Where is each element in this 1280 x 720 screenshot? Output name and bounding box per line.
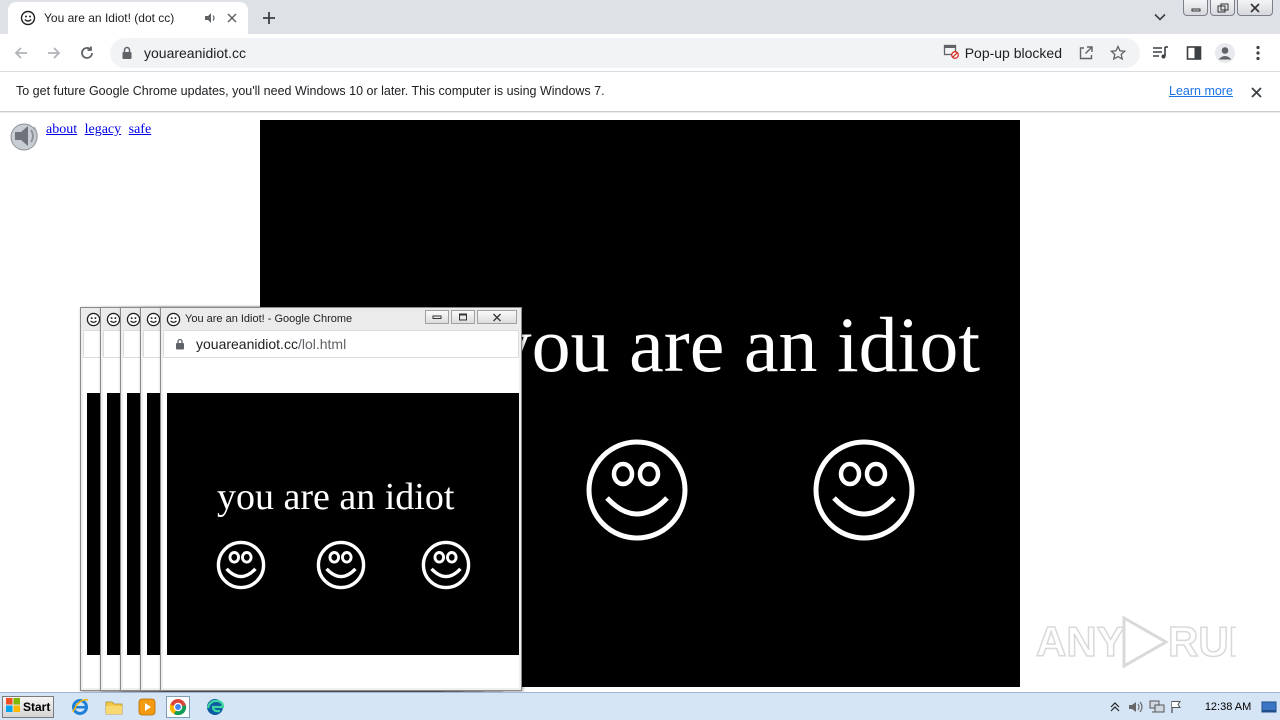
smiley-favicon-icon [125, 311, 141, 327]
window-close-button[interactable] [1237, 0, 1273, 16]
taskbar-clock[interactable]: 12:38 AM [1205, 701, 1251, 713]
browser-toolbar: youareanidiot.cc Pop-up blocked [0, 34, 1280, 72]
tab-strip: You are an Idiot! (dot cc) [0, 0, 1280, 34]
popup-window-front[interactable]: You are an Idiot! - Google Chrome youare… [160, 307, 522, 691]
smiley-favicon-icon [105, 311, 121, 327]
infobar-message: To get future Google Chrome updates, you… [16, 84, 605, 98]
legacy-link[interactable]: legacy [85, 122, 122, 137]
bookmark-star-icon[interactable] [1108, 43, 1128, 63]
learn-more-link[interactable]: Learn more [1169, 84, 1233, 98]
windows-logo-icon [6, 697, 20, 717]
back-button[interactable] [10, 42, 32, 64]
reload-button[interactable] [76, 42, 98, 64]
edge-icon[interactable] [203, 696, 227, 718]
system-tray: 12:38 AM [1106, 696, 1280, 718]
popup-address-bar[interactable]: youareanidiot.cc/lol.html [163, 330, 519, 358]
popup-url[interactable]: youareanidiot.cc/lol.html [196, 336, 346, 352]
infobar-close-icon[interactable] [1248, 84, 1264, 100]
popup-body: you are an idiot [163, 358, 519, 688]
popup-minimize-button[interactable] [425, 310, 449, 324]
url-text[interactable]: youareanidiot.cc [144, 45, 943, 61]
about-link[interactable]: about [46, 122, 77, 137]
start-button[interactable]: Start [2, 696, 54, 718]
media-control-icon[interactable] [1150, 42, 1172, 64]
network-icon[interactable] [1147, 698, 1166, 716]
media-player-icon[interactable] [135, 696, 159, 718]
popup-blocked-icon [943, 43, 959, 64]
address-bar[interactable]: youareanidiot.cc Pop-up blocked [110, 38, 1140, 68]
lock-icon[interactable] [174, 338, 186, 350]
smiley-face-icon [421, 540, 471, 590]
file-explorer-icon[interactable] [102, 696, 126, 718]
tab-active[interactable]: You are an Idiot! (dot cc) [8, 2, 248, 34]
smiley-face-icon [216, 540, 266, 590]
safe-link[interactable]: safe [129, 122, 152, 137]
speaker-icon[interactable] [8, 119, 40, 151]
svg-text:RUN: RUN [1168, 618, 1236, 665]
smiley-favicon-icon [20, 10, 36, 26]
internet-explorer-icon[interactable] [68, 696, 92, 718]
smiley-face-icon [813, 439, 915, 541]
popup-titlebar[interactable]: You are an Idiot! - Google Chrome [161, 308, 521, 330]
popup-blocked-indicator[interactable]: Pop-up blocked [943, 43, 1062, 64]
forward-button[interactable] [43, 42, 65, 64]
popup-idiot-text: you are an idiot [217, 476, 455, 518]
popup-blocked-label: Pop-up blocked [964, 45, 1062, 61]
show-desktop-icon[interactable] [1259, 698, 1278, 716]
windows-taskbar: Start 12:38 AM [0, 692, 1280, 720]
start-label: Start [23, 700, 51, 714]
update-infobar: To get future Google Chrome updates, you… [0, 72, 1280, 112]
smiley-face-icon [316, 540, 366, 590]
popup-window-controls [423, 310, 517, 324]
popup-title: You are an Idiot! - Google Chrome [185, 313, 353, 325]
smiley-favicon-icon [85, 311, 101, 327]
lock-icon[interactable] [120, 46, 134, 60]
popup-maximize-button[interactable] [451, 310, 475, 324]
audio-playing-icon[interactable] [202, 10, 218, 26]
action-center-flag-icon[interactable] [1168, 698, 1187, 716]
menu-more-icon[interactable] [1247, 42, 1269, 64]
svg-text:ANY: ANY [1036, 618, 1125, 665]
volume-icon[interactable] [1127, 698, 1146, 716]
restore-button[interactable] [1210, 0, 1235, 16]
tab-title: You are an Idiot! (dot cc) [44, 11, 175, 25]
popup-animation-frame: you are an idiot [167, 393, 519, 655]
profile-avatar-icon[interactable] [1214, 42, 1236, 64]
popup-close-button[interactable] [477, 310, 517, 324]
anyrun-watermark: ANY RUN [1036, 615, 1236, 669]
popup-url-path: /lol.html [297, 336, 347, 352]
tab-close-icon[interactable] [224, 10, 240, 26]
share-icon[interactable] [1076, 43, 1096, 63]
minimize-button[interactable] [1183, 0, 1208, 16]
top-links: about legacy safe [46, 122, 155, 138]
smiley-favicon-icon [145, 311, 161, 327]
chrome-taskbar-icon[interactable] [166, 696, 190, 718]
smiley-face-icon [586, 439, 688, 541]
smiley-favicon-icon [165, 311, 181, 327]
popup-url-domain: youareanidiot.cc [196, 336, 298, 352]
side-panel-icon[interactable] [1183, 42, 1205, 64]
new-tab-button[interactable] [258, 7, 280, 29]
tab-search-icon[interactable] [1150, 8, 1170, 26]
show-hidden-icons-icon[interactable] [1106, 698, 1125, 716]
window-controls [1183, 0, 1275, 18]
